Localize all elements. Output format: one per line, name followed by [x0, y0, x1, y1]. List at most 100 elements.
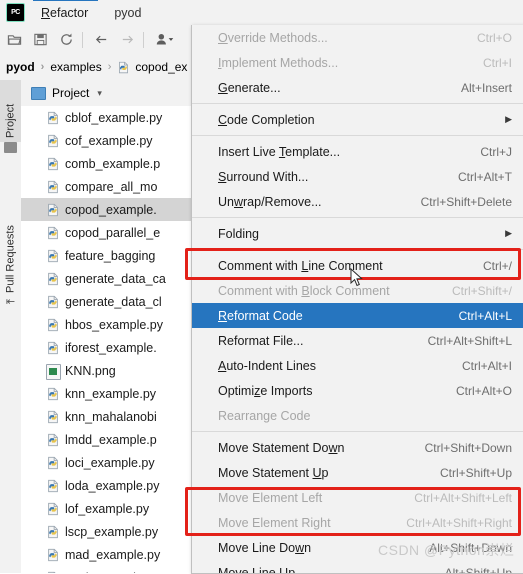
file-tree-item-label: lof_example.py — [65, 502, 149, 516]
menu-item-auto-indent-lines[interactable]: Auto-Indent LinesCtrl+Alt+I — [192, 353, 523, 378]
menu-item-shortcut: Alt+Insert — [449, 81, 512, 95]
breadcrumb-segment-1[interactable]: examples› — [44, 60, 111, 74]
python-file-icon — [46, 134, 60, 148]
python-file-icon — [46, 157, 60, 171]
menu-item-shortcut: Ctrl+Alt+T — [446, 170, 512, 184]
menu-item-move-line-up[interactable]: Move Line UpAlt+Shift+Up — [192, 560, 523, 574]
menu-item-folding[interactable]: Folding▶ — [192, 221, 523, 246]
refresh-icon[interactable] — [54, 28, 78, 52]
breadcrumb-segment-0[interactable]: pyod› — [0, 60, 44, 74]
file-tree-item-label: generate_data_ca — [65, 272, 166, 286]
menu-item-label: Comment with Block Comment — [218, 284, 440, 298]
file-tree-item[interactable]: knn_example.py — [21, 382, 191, 405]
user-avatar-icon[interactable] — [150, 28, 180, 52]
file-tree-item[interactable]: loci_example.py — [21, 451, 191, 474]
menubar-item-refactor[interactable]: Refactor — [33, 1, 98, 25]
back-arrow-icon[interactable] — [89, 28, 113, 52]
python-file-icon — [46, 479, 60, 493]
menu-item-reformat-file[interactable]: Reformat File...Ctrl+Alt+Shift+L — [192, 328, 523, 353]
toolbar-separator — [143, 32, 144, 48]
file-tree-item-label: lscp_example.py — [65, 525, 158, 539]
file-tree-item[interactable]: hbos_example.py — [21, 313, 191, 336]
image-file-icon — [46, 364, 61, 380]
file-tree-item[interactable]: feature_bagging — [21, 244, 191, 267]
file-tree-item-label: cof_example.py — [65, 134, 153, 148]
breadcrumb-label: examples — [50, 60, 101, 74]
menu-item-shortcut: Alt+Shift+Down — [417, 541, 512, 555]
python-file-icon — [46, 318, 60, 332]
menu-item-shortcut: Ctrl+/ — [471, 259, 512, 273]
file-tree-item[interactable]: generate_data_ca — [21, 267, 191, 290]
menu-item-unwrap-remove[interactable]: Unwrap/Remove...Ctrl+Shift+Delete — [192, 189, 523, 214]
sidebar-item-project[interactable]: Project — [0, 80, 21, 142]
forward-arrow-icon[interactable] — [115, 28, 139, 52]
menu-item-move-line-down[interactable]: Move Line DownAlt+Shift+Down — [192, 535, 523, 560]
breadcrumb-segment-2[interactable]: copod_ex — [111, 60, 187, 74]
chevron-down-icon[interactable]: ▾ — [97, 88, 102, 99]
file-tree-item[interactable]: iforest_example. — [21, 336, 191, 359]
file-tree-item[interactable]: cof_example.py — [21, 129, 191, 152]
menu-item-label: Reformat Code — [218, 309, 447, 323]
pycharm-logo-icon: PC — [6, 3, 25, 22]
menu-item-reformat-code[interactable]: Reformat CodeCtrl+Alt+L — [192, 303, 523, 328]
menu-item-shortcut: Ctrl+Alt+I — [450, 359, 512, 373]
file-tree-item[interactable]: knn_mahalanobi — [21, 405, 191, 428]
file-tree-item[interactable]: mad_example.py — [21, 543, 191, 566]
menu-item-shortcut: Ctrl+Alt+L — [447, 309, 512, 323]
file-tree-item[interactable]: compare_all_mo — [21, 175, 191, 198]
file-tree-item[interactable]: generate_data_cl — [21, 290, 191, 313]
file-tree-item-label: copod_example. — [65, 203, 157, 217]
menu-item-label: Move Statement Down — [218, 441, 413, 455]
file-tree-item[interactable]: mcd_example.py — [21, 566, 191, 573]
file-tree-item[interactable]: cblof_example.py — [21, 106, 191, 129]
menu-item-label: Generate... — [218, 81, 449, 95]
file-tree-item-label: cblof_example.py — [65, 111, 162, 125]
file-tree-item-label: iforest_example. — [65, 341, 157, 355]
menu-item-generate[interactable]: Generate...Alt+Insert — [192, 75, 523, 100]
python-file-icon — [46, 456, 60, 470]
file-tree-item[interactable]: KNN.png — [21, 359, 191, 382]
menu-item-label: Code Completion — [218, 113, 493, 127]
file-tree-item[interactable]: lscp_example.py — [21, 520, 191, 543]
file-tree-item-label: knn_mahalanobi — [65, 410, 157, 424]
sidebar-item-pull-requests[interactable]: Pull Requests — [0, 188, 21, 297]
code-menu-dropdown[interactable]: Override Methods...Ctrl+OImplement Metho… — [191, 25, 523, 574]
menu-item-code-completion[interactable]: Code Completion▶ — [192, 107, 523, 132]
open-folder-icon[interactable] — [2, 28, 26, 52]
file-tree-item[interactable]: lmdd_example.p — [21, 428, 191, 451]
menu-item-label: Move Element Left — [218, 491, 402, 505]
python-file-icon — [46, 203, 60, 217]
menu-item-move-element-right: Move Element RightCtrl+Alt+Shift+Right — [192, 510, 523, 535]
menu-item-move-element-left: Move Element LeftCtrl+Alt+Shift+Left — [192, 485, 523, 510]
menu-item-shortcut: Ctrl+O — [465, 31, 512, 45]
project-file-tree[interactable]: cblof_example.py cof_example.py comb_examp… — [21, 106, 192, 573]
menu-item-move-statement-down[interactable]: Move Statement DownCtrl+Shift+Down — [192, 435, 523, 460]
save-icon[interactable] — [28, 28, 52, 52]
menu-item-override-methods: Override Methods...Ctrl+O — [192, 25, 523, 50]
project-folder-icon — [4, 142, 17, 153]
python-file-icon — [46, 272, 60, 286]
file-tree-item-label: loci_example.py — [65, 456, 155, 470]
pull-request-icon: ⇤ — [5, 296, 16, 308]
file-tree-item[interactable]: loda_example.py — [21, 474, 191, 497]
file-tree-item-label: compare_all_mo — [65, 180, 157, 194]
menu-item-label: Reformat File... — [218, 334, 416, 348]
menu-bar: PC FileEditViewNavigateCodeRefactorRunTo… — [0, 0, 523, 26]
file-tree-item[interactable]: copod_parallel_e — [21, 221, 191, 244]
file-tree-item[interactable]: comb_example.p — [21, 152, 191, 175]
python-file-icon — [46, 548, 60, 562]
menu-item-move-statement-up[interactable]: Move Statement UpCtrl+Shift+Up — [192, 460, 523, 485]
menu-item-surround-with[interactable]: Surround With...Ctrl+Alt+T — [192, 164, 523, 189]
submenu-arrow-icon: ▶ — [493, 114, 512, 125]
menu-item-shortcut: Ctrl+Shift+Up — [428, 466, 512, 480]
python-file-icon — [46, 387, 60, 401]
menu-item-insert-live-template[interactable]: Insert Live Template...Ctrl+J — [192, 139, 523, 164]
file-tree-item-label: feature_bagging — [65, 249, 155, 263]
python-file-icon — [46, 249, 60, 263]
menu-separator — [192, 103, 523, 104]
file-tree-item[interactable]: copod_example. — [21, 198, 191, 221]
file-tree-item[interactable]: lof_example.py — [21, 497, 191, 520]
menu-item-optimize-imports[interactable]: Optimize ImportsCtrl+Alt+O — [192, 378, 523, 403]
menu-item-label: Move Element Right — [218, 516, 394, 530]
submenu-arrow-icon: ▶ — [493, 228, 512, 239]
